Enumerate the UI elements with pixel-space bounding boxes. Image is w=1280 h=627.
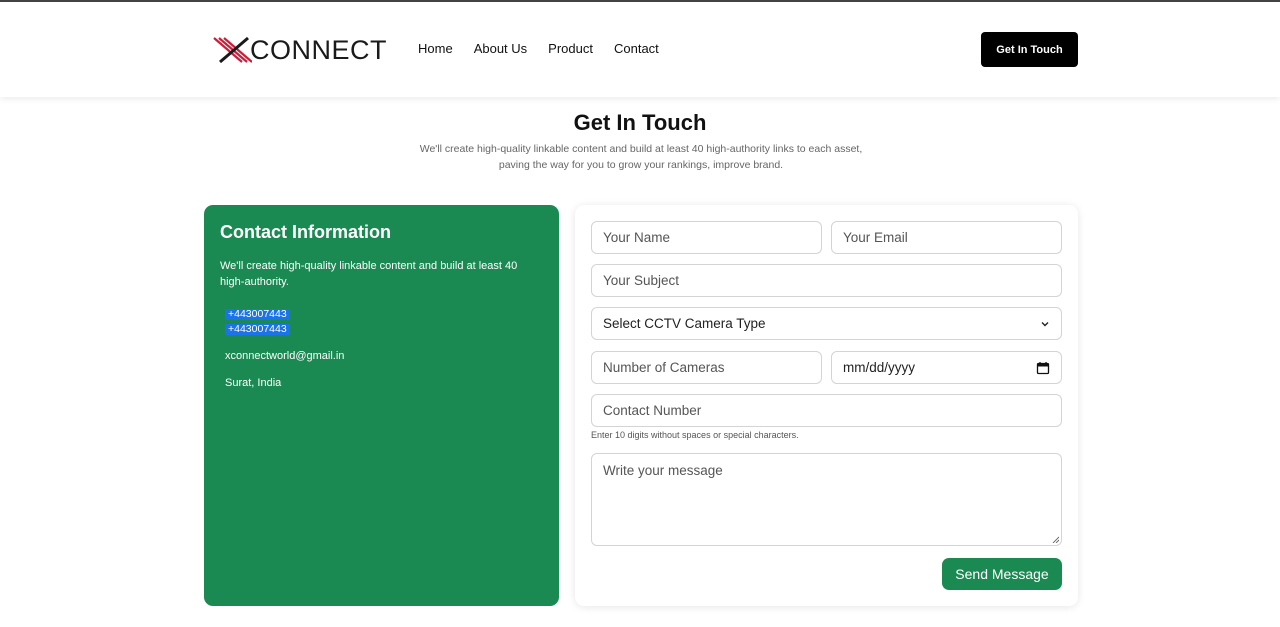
date-value: mm/dd/yyyy <box>843 360 916 375</box>
camera-type-select[interactable]: Select CCTV Camera Type <box>591 307 1062 340</box>
contact-info-card: Contact Information We'll create high-qu… <box>204 205 559 606</box>
phone-number-2[interactable]: +443007443 <box>225 324 290 335</box>
message-placeholder: Write your message <box>603 463 723 478</box>
get-in-touch-button[interactable]: Get In Touch <box>981 32 1078 67</box>
logo-text: CONNECT <box>250 34 387 65</box>
contact-location: Surat, India <box>225 377 282 389</box>
subject-input[interactable] <box>603 273 1050 288</box>
nav-contact[interactable]: Contact <box>614 41 659 56</box>
page-subtitle: We'll create high-quality linkable conte… <box>400 141 882 173</box>
contact-number-hint: Enter 10 digits without spaces or specia… <box>591 430 799 440</box>
nav-about-us[interactable]: About Us <box>474 41 527 56</box>
date-field[interactable]: mm/dd/yyyy <box>831 351 1062 384</box>
nav-product[interactable]: Product <box>548 41 593 56</box>
subject-field[interactable] <box>591 264 1062 297</box>
contact-form-card: Select CCTV Camera Type mm/dd/yyyy Enter… <box>575 205 1078 606</box>
number-of-cameras-field[interactable] <box>591 351 822 384</box>
contact-email[interactable]: xconnectworld@gmail.in <box>225 350 344 362</box>
email-field[interactable] <box>831 221 1062 254</box>
chevron-down-icon <box>1041 321 1049 326</box>
number-of-cameras-input[interactable] <box>603 360 810 375</box>
nav-home[interactable]: Home <box>418 41 453 56</box>
send-message-button[interactable]: Send Message <box>942 558 1062 590</box>
site-header: CONNECT Home About Us Product Contact Ge… <box>0 2 1280 97</box>
contact-info-description: We'll create high-quality linkable conte… <box>220 260 518 288</box>
contact-number-input[interactable] <box>603 403 1050 418</box>
contact-info-title: Contact Information <box>220 222 391 242</box>
name-field[interactable] <box>591 221 822 254</box>
camera-type-selected: Select CCTV Camera Type <box>603 316 766 331</box>
message-textarea[interactable]: Write your message <box>591 453 1062 546</box>
phone-number-1[interactable]: +443007443 <box>225 309 290 320</box>
resize-handle-icon[interactable] <box>1052 536 1059 543</box>
contact-number-field[interactable] <box>591 394 1062 427</box>
main-nav: Home About Us Product Contact <box>418 41 659 56</box>
logo-x-icon <box>213 36 252 64</box>
email-input[interactable] <box>843 230 1050 245</box>
logo[interactable]: CONNECT <box>212 35 387 65</box>
calendar-icon[interactable] <box>1036 361 1050 375</box>
subtitle-line-2: paving the way for you to grow your rank… <box>498 159 784 171</box>
name-input[interactable] <box>603 230 810 245</box>
subtitle-line-1: We'll create high-quality linkable conte… <box>419 143 863 155</box>
page-title: Get In Touch <box>573 110 707 135</box>
